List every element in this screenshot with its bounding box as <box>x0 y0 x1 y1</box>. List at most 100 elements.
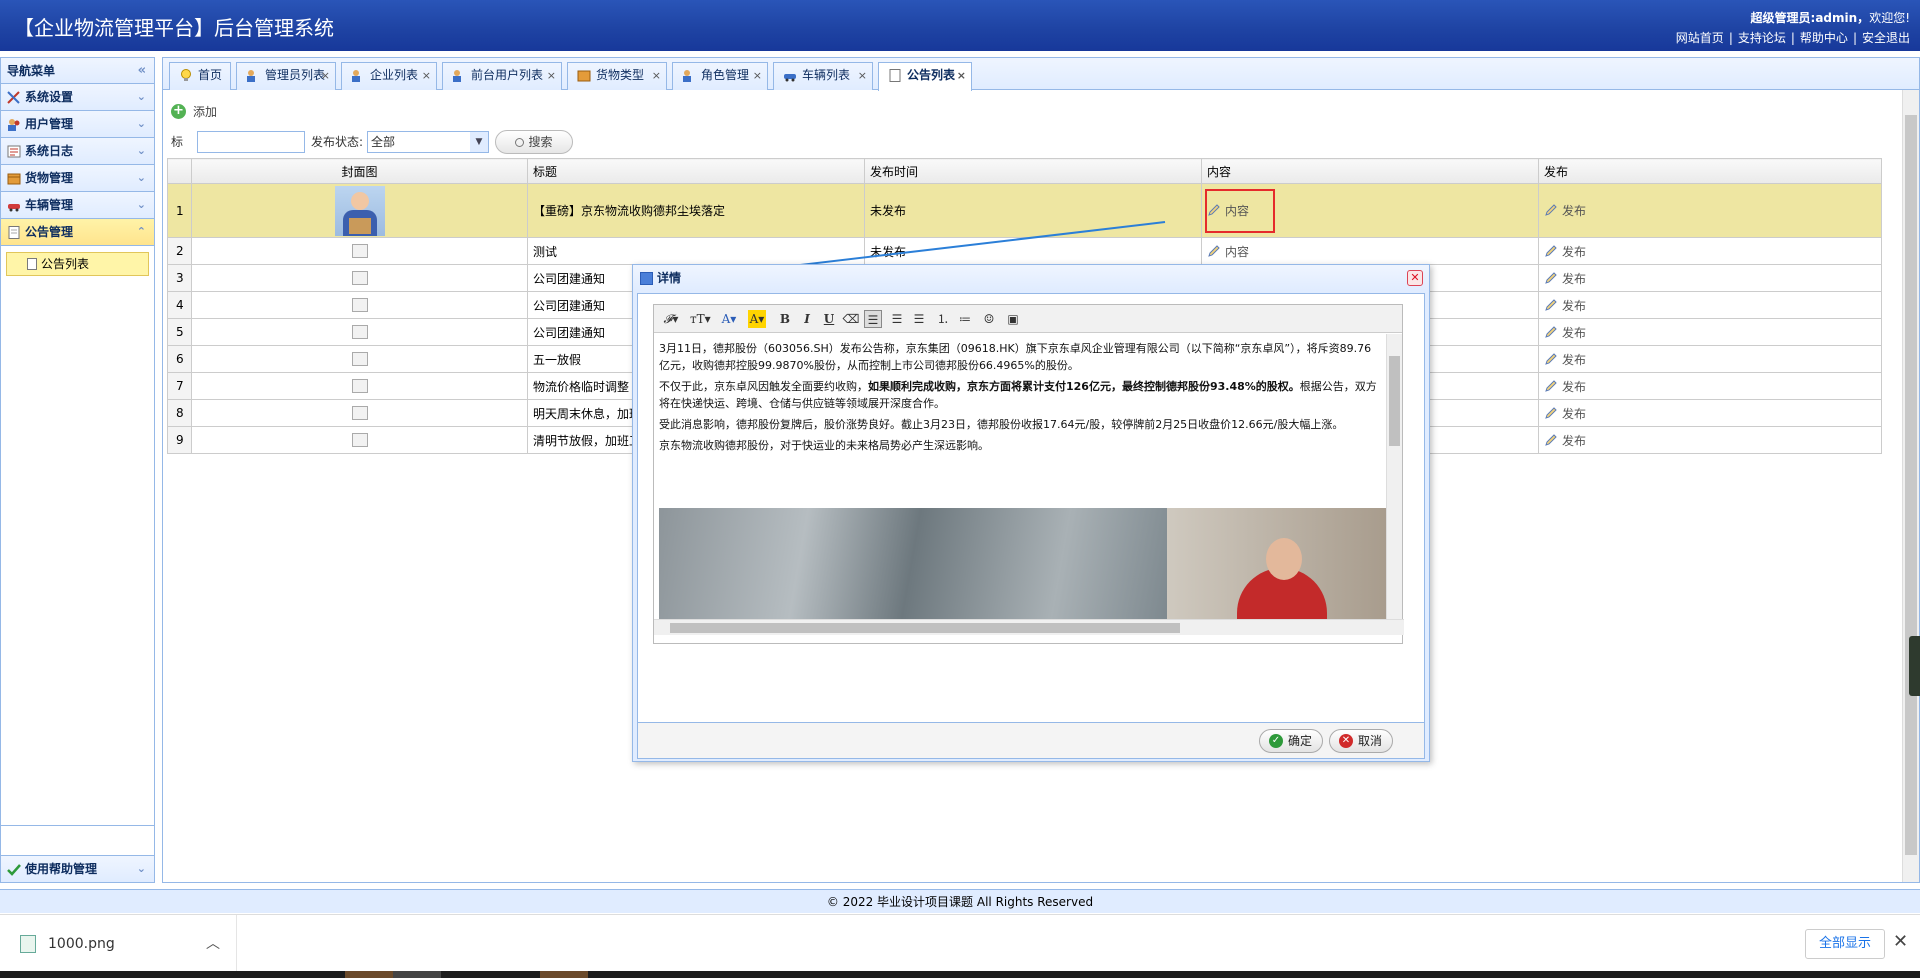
close-icon[interactable]: × <box>753 63 762 88</box>
tab-label: 车辆列表 <box>802 68 851 82</box>
close-icon[interactable]: × <box>858 63 867 88</box>
publish-link[interactable]: 发布 <box>1544 272 1586 286</box>
publish-link[interactable]: 发布 <box>1544 326 1586 340</box>
close-icon[interactable]: × <box>547 63 556 88</box>
publish-cell: 发布 <box>1538 372 1882 400</box>
publish-link[interactable]: 发布 <box>1544 245 1586 259</box>
close-icon[interactable]: × <box>422 63 431 88</box>
publish-link-label: 发布 <box>1562 352 1587 367</box>
font-color-icon[interactable]: A▾ <box>720 310 738 328</box>
pencil-icon <box>1545 352 1557 365</box>
close-icon[interactable]: ✕ <box>1407 270 1423 286</box>
pencil-icon <box>1545 244 1557 257</box>
nav-goods-management[interactable]: 货物管理 ⌄ <box>1 165 154 192</box>
highlight-color-icon[interactable]: A▾ <box>748 310 766 328</box>
chevron-down-icon: ▼ <box>470 132 488 152</box>
nav-label: 公告管理 <box>25 225 74 239</box>
side-widget[interactable] <box>1909 636 1920 696</box>
tab-role-management[interactable]: 角色管理 × <box>672 62 768 90</box>
link-forum[interactable]: 支持论坛 <box>1738 31 1786 45</box>
editor-horizontal-scrollbar[interactable] <box>654 619 1404 635</box>
sidebar-item-notice-list[interactable]: 公告列表 <box>6 252 149 276</box>
header-publish[interactable]: 发布 <box>1538 158 1882 184</box>
image-file-icon <box>20 935 36 953</box>
align-center-icon[interactable]: ☰ <box>888 310 906 328</box>
collapse-left-icon[interactable]: « <box>138 58 146 84</box>
row-number: 9 <box>167 426 192 454</box>
cover-cell <box>191 318 528 346</box>
align-left-icon[interactable]: ☰ <box>864 310 882 328</box>
nav-system-settings[interactable]: 系统设置 ⌄ <box>1 84 154 111</box>
publish-link[interactable]: 发布 <box>1544 407 1586 421</box>
nav-system-log[interactable]: 系统日志 ⌄ <box>1 138 154 165</box>
editor-content[interactable]: 3月11日，德邦股份（603056.SH）发布公告称，京东集团（09618.HK… <box>654 334 1386 619</box>
insert-image-icon[interactable]: ▣ <box>1004 310 1022 328</box>
tab-company-list[interactable]: 企业列表 × <box>341 62 437 90</box>
publish-link[interactable]: 发布 <box>1544 380 1586 394</box>
underline-icon[interactable]: U <box>820 310 838 328</box>
tab-admin-list[interactable]: 管理员列表 × <box>236 62 336 90</box>
tab-notice-list[interactable]: 公告列表 × <box>878 62 972 91</box>
broken-image-icon <box>351 352 368 367</box>
tab-frontend-user-list[interactable]: 前台用户列表 × <box>442 62 562 90</box>
status-select[interactable]: 全部 ▼ <box>367 131 489 153</box>
link-help[interactable]: 帮助中心 <box>1800 31 1848 45</box>
ok-button[interactable]: ✓ 确定 <box>1259 729 1324 753</box>
row-number: 8 <box>167 399 192 427</box>
pencil-icon <box>1545 406 1557 419</box>
taskbar <box>0 971 1920 978</box>
download-item[interactable]: 1000.png <box>20 932 115 956</box>
header-title[interactable]: 标题 <box>527 158 865 184</box>
publish-link[interactable]: 发布 <box>1544 434 1586 448</box>
unordered-list-icon[interactable]: ≔ <box>956 310 974 328</box>
eraser-icon[interactable]: ⌫ <box>842 310 860 328</box>
row-number: 1 <box>167 183 192 238</box>
title-search-input[interactable] <box>197 131 305 153</box>
close-icon[interactable]: × <box>957 63 966 88</box>
link-home[interactable]: 网站首页 <box>1676 31 1724 45</box>
emoticon-icon[interactable]: ☺ <box>980 310 998 328</box>
close-icon[interactable]: × <box>652 63 661 88</box>
add-button[interactable]: + 添加 <box>171 100 217 124</box>
close-icon[interactable]: ✕ <box>1893 931 1908 952</box>
publish-link[interactable]: 发布 <box>1544 353 1586 367</box>
content-link[interactable]: 内容 <box>1207 245 1249 259</box>
tab-home[interactable]: 首页 <box>169 62 231 90</box>
nav-user-management[interactable]: 用户管理 ⌄ <box>1 111 154 138</box>
chevron-down-icon: ⌄ <box>136 171 146 184</box>
font-size-icon[interactable]: тT▾ <box>690 310 711 328</box>
nav-notice-management[interactable]: 公告管理 ⌃ <box>1 219 154 246</box>
show-all-button[interactable]: 全部显示 <box>1805 929 1885 959</box>
row-number: 2 <box>167 237 192 265</box>
main-scrollbar[interactable] <box>1902 90 1919 882</box>
save-icon <box>640 272 653 285</box>
bold-icon[interactable]: B <box>776 310 794 328</box>
chevron-up-icon[interactable]: ︿ <box>206 933 220 953</box>
align-right-icon[interactable]: ☰ <box>910 310 928 328</box>
welcome-user: 超级管理员:admin， <box>1750 11 1870 25</box>
tab-label: 首页 <box>198 68 223 82</box>
header-content[interactable]: 内容 <box>1201 158 1539 184</box>
link-logout[interactable]: 安全退出 <box>1862 31 1910 45</box>
ordered-list-icon[interactable]: ⒈ <box>934 310 952 328</box>
table-row[interactable]: 2 测试 未发布 内容 发布 <box>167 237 1882 265</box>
header-cover[interactable]: 封面图 <box>191 158 528 184</box>
table-row[interactable]: 1 【重磅】京东物流收购德邦尘埃落定 未发布 内容 发布 <box>167 183 1882 238</box>
font-family-icon[interactable]: 𝓕▾ <box>662 310 680 328</box>
publish-link[interactable]: 发布 <box>1544 204 1586 218</box>
pencil-icon <box>1545 298 1557 311</box>
editor-vertical-scrollbar[interactable] <box>1386 334 1402 619</box>
cancel-button[interactable]: ✕ 取消 <box>1329 729 1394 753</box>
italic-icon[interactable]: I <box>798 310 816 328</box>
publish-link-label: 发布 <box>1562 271 1587 286</box>
search-button-label: 搜索 <box>528 135 553 149</box>
nav-help-management[interactable]: 使用帮助管理 ⌄ <box>1 855 154 882</box>
tab-goods-type[interactable]: 货物类型 × <box>567 62 667 90</box>
header-time[interactable]: 发布时间 <box>864 158 1202 184</box>
close-icon[interactable]: × <box>321 63 330 88</box>
row-number: 3 <box>167 264 192 292</box>
publish-link[interactable]: 发布 <box>1544 299 1586 313</box>
tab-vehicle-list[interactable]: 车辆列表 × <box>773 62 873 90</box>
nav-vehicle-management[interactable]: 车辆管理 ⌄ <box>1 192 154 219</box>
search-button[interactable]: 搜索 <box>495 130 573 154</box>
